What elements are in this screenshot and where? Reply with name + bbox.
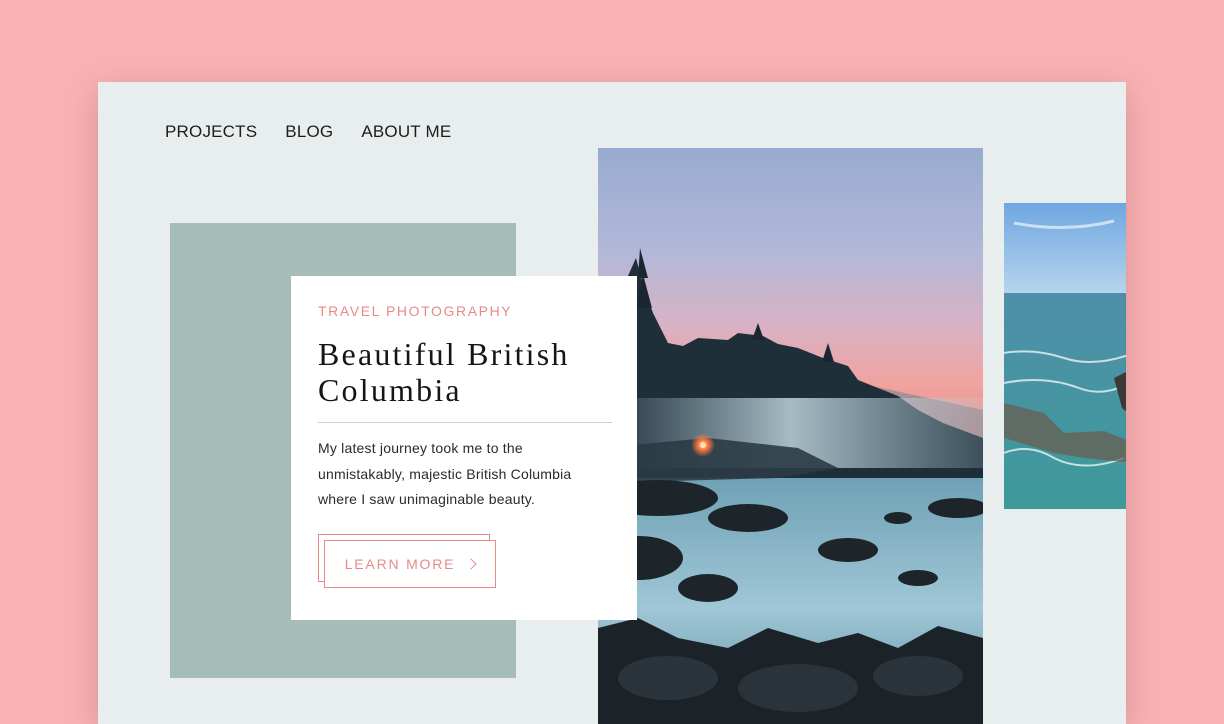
learn-more-button[interactable]: LEARN MORE <box>324 540 496 588</box>
learn-more-label: LEARN MORE <box>344 556 456 572</box>
post-title-line2: Columbia <box>318 372 462 408</box>
learn-more-button-group: LEARN MORE <box>318 534 496 588</box>
nav-projects-link[interactable]: PROJECTS <box>165 122 257 142</box>
divider <box>318 422 612 423</box>
coast-sunset-image <box>598 148 983 724</box>
chevron-right-icon <box>465 558 477 570</box>
post-title-line1: Beautiful British <box>318 336 570 372</box>
main-nav: PROJECTS BLOG ABOUT ME <box>165 122 451 142</box>
featured-post-card: TRAVEL PHOTOGRAPHY Beautiful British Col… <box>291 276 637 620</box>
post-excerpt: My latest journey took me to the unmista… <box>318 440 572 507</box>
nav-about-link[interactable]: ABOUT ME <box>361 122 451 142</box>
coast-sunset-photo <box>598 148 983 724</box>
website-preview: PROJECTS BLOG ABOUT ME TRAVEL PHOTOGRAPH… <box>98 82 1126 724</box>
post-title: Beautiful British Columbia <box>318 336 618 408</box>
ocean-coast-image <box>1004 203 1126 509</box>
ocean-coast-photo <box>1004 203 1126 509</box>
post-category: TRAVEL PHOTOGRAPHY <box>318 303 513 319</box>
nav-blog-link[interactable]: BLOG <box>285 122 333 142</box>
